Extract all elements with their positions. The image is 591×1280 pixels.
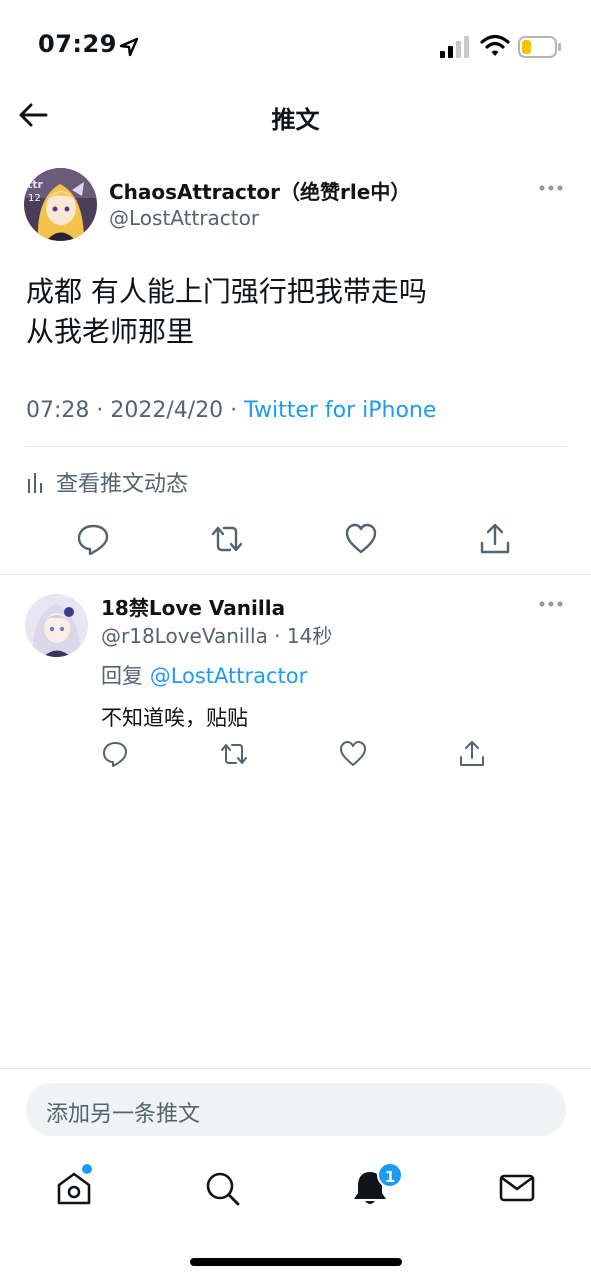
tweet-meta: 07:28 · 2022/4/20 · Twitter for iPhone [26,398,436,423]
home-icon[interactable] [54,1168,94,1208]
compose-placeholder: 添加另一条推文 [46,1102,201,1127]
like-icon[interactable] [339,740,367,768]
divider [0,574,591,575]
replying-to-label: 回复 [101,664,150,688]
wifi-icon [480,34,510,56]
messages-icon[interactable] [497,1168,537,1208]
battery-icon [518,36,561,58]
page-title: 推文 [271,106,320,134]
status-time: 07:29 [38,30,117,58]
compose-reply-input[interactable]: 添加另一条推文 [26,1083,566,1136]
tweet-actions [0,522,591,562]
view-activity-link[interactable]: 查看推文动态 [26,466,188,498]
avatar[interactable]: ttr 12 [24,168,97,241]
tweet-timestamp: 07:28 · 2022/4/20 · [26,398,245,423]
author-handle[interactable]: @LostAttractor [109,206,259,230]
status-bar: 07:29 [0,0,591,92]
tweet-text: 成都 有人能上门强行把我带走吗 从我老师那里 [26,272,427,352]
retweet-icon[interactable] [220,740,248,768]
search-icon[interactable] [202,1168,242,1208]
author-name[interactable]: ChaosAttractor（绝赞rle中） [109,176,410,205]
location-arrow-icon [119,37,139,57]
more-icon[interactable] [536,180,566,196]
tweet-source-link[interactable]: Twitter for iPhone [244,398,436,423]
svg-text:ttr: ttr [27,178,44,191]
reply-author-name[interactable]: 18禁Love Vanilla [101,592,285,621]
like-icon[interactable] [344,522,378,556]
replying-to-mention[interactable]: @LostAttractor [150,664,308,688]
signal-icon [440,36,469,58]
reply-actions [0,740,591,774]
tab-bar: 1 [0,1160,591,1220]
tweet-text-line: 从我老师那里 [26,315,195,348]
reply-text: 不知道唉，贴贴 [101,706,248,730]
nav-header: 推文 [0,92,591,138]
home-indicator[interactable] [190,1258,402,1266]
replying-to: 回复 @LostAttractor [101,660,307,690]
reply-icon[interactable] [101,740,129,768]
share-icon[interactable] [458,740,486,768]
activity-icon [28,473,42,493]
activity-label: 查看推文动态 [56,472,189,497]
retweet-icon[interactable] [210,522,244,556]
reply-author-handle[interactable]: @r18LoveVanilla · 14秒 [101,620,332,649]
notification-badge: 1 [377,1162,403,1188]
home-unread-dot [82,1164,92,1174]
avatar[interactable] [25,594,88,657]
divider [0,1068,591,1069]
divider [26,446,566,447]
svg-text:12: 12 [28,193,41,204]
more-icon[interactable] [536,596,566,612]
share-icon[interactable] [478,522,512,556]
reply-icon[interactable] [76,522,110,556]
tweet-text-line: 成都 有人能上门强行把我带走吗 [26,275,427,308]
